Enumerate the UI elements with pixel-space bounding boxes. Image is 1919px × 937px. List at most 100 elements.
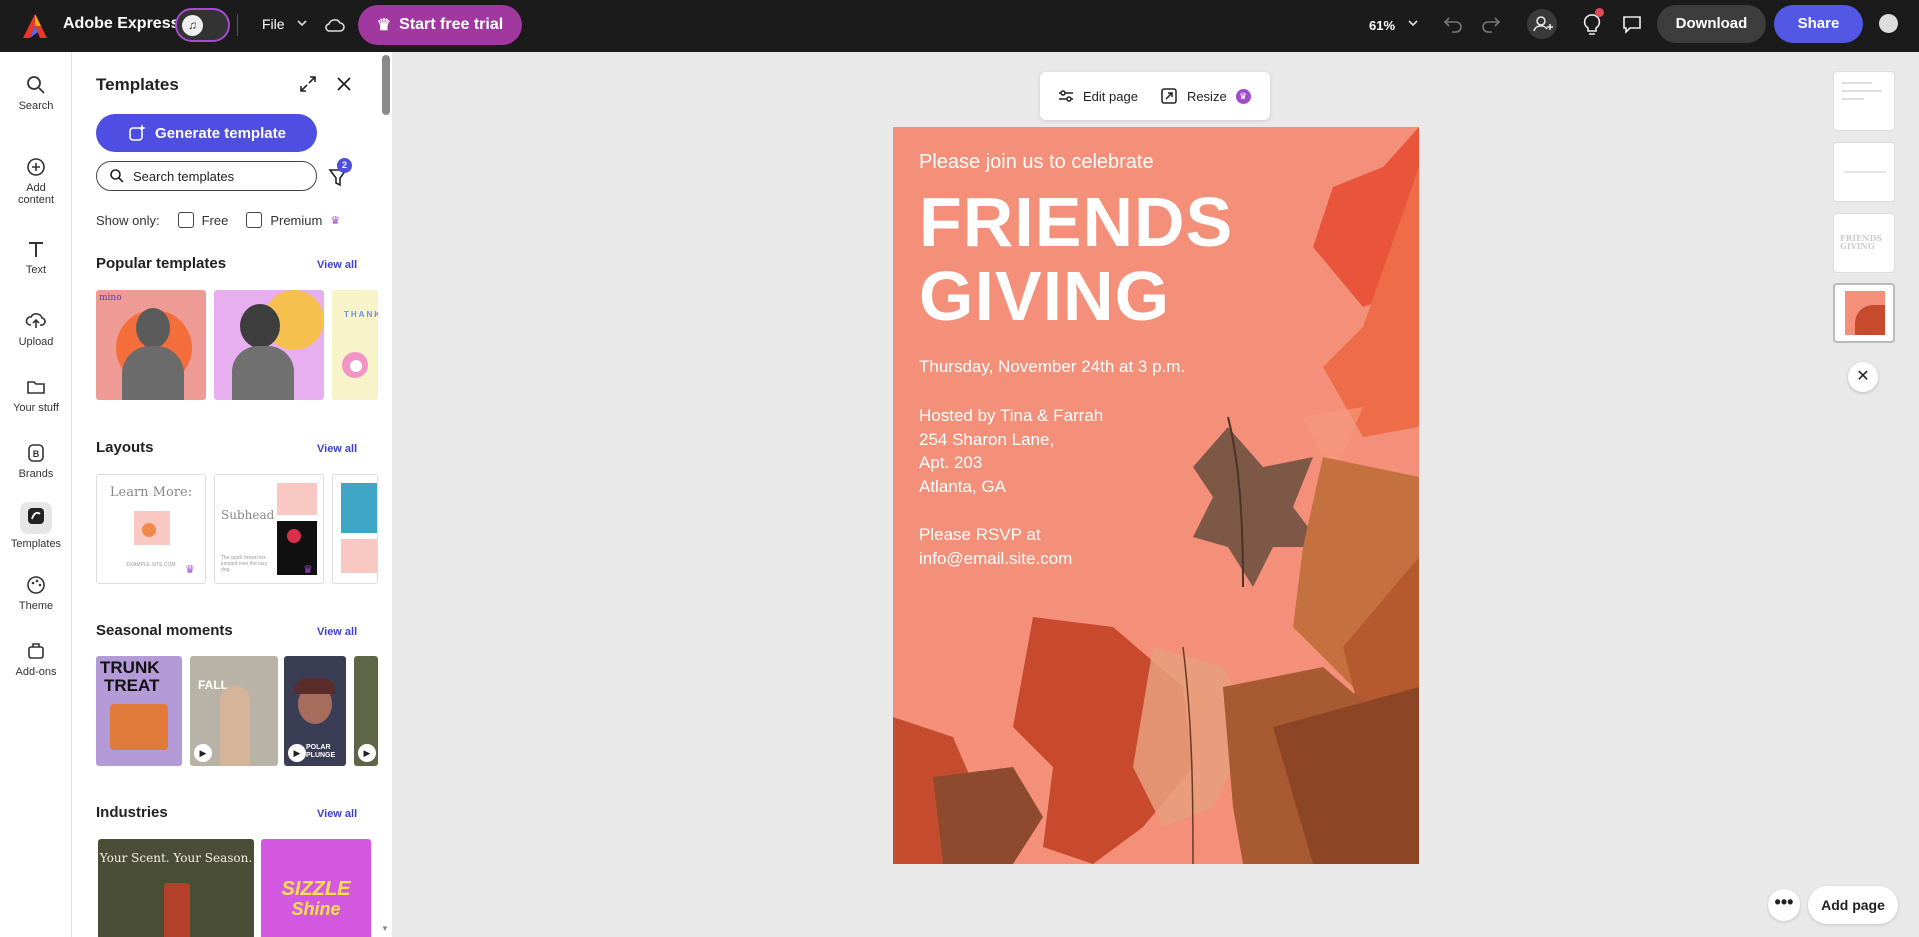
rail-item-search[interactable]: Search — [0, 74, 72, 112]
mode-toggle[interactable]: ♫ — [175, 8, 230, 42]
cloud-sync-icon[interactable] — [324, 14, 346, 36]
seasonal-thumb[interactable]: TRUNK TREAT — [96, 656, 182, 766]
template-thumb[interactable] — [214, 290, 324, 400]
rail-item-templates[interactable]: Templates — [0, 502, 72, 550]
play-icon[interactable]: ▶ — [194, 744, 212, 762]
rail-item-add-content[interactable]: Add content — [0, 156, 72, 206]
layout-thumb[interactable] — [332, 474, 378, 584]
close-icon[interactable] — [334, 74, 354, 94]
template-thumb[interactable]: THANK — [332, 290, 378, 400]
panel-scrollbar[interactable] — [382, 55, 390, 115]
share-button[interactable]: Share — [1774, 5, 1863, 43]
start-free-trial-label: Start free trial — [399, 16, 504, 33]
thumb-text: TREAT — [104, 676, 160, 695]
layout-thumb[interactable]: Learn More: EXAMPLE SITE.COM ♛ — [96, 474, 206, 584]
thumb-text: The quick brown fox jumped over the lazy… — [221, 555, 268, 573]
poster-invite-text[interactable]: Please join us to celebrate — [919, 151, 1154, 174]
template-thumb[interactable]: mino — [96, 290, 206, 400]
view-all-industries[interactable]: View all — [317, 808, 357, 820]
seasonal-thumb[interactable]: POLAR PLUNGE ▶ — [284, 656, 346, 766]
invite-user-icon[interactable] — [1527, 9, 1557, 39]
download-button[interactable]: Download — [1657, 5, 1766, 43]
rail-item-text[interactable]: Text — [0, 238, 72, 276]
more-options-button[interactable]: ••• — [1768, 889, 1800, 921]
search-placeholder: Search templates — [133, 168, 235, 184]
poster-host-block[interactable]: Hosted by Tina & Farrah 254 Sharon Lane,… — [919, 404, 1103, 498]
crown-icon: ♛ — [330, 214, 341, 227]
rail-label: Upload — [18, 336, 54, 348]
view-all-layouts[interactable]: View all — [317, 443, 357, 455]
edit-page-button[interactable]: Edit page — [1058, 88, 1138, 104]
rail-item-brands[interactable]: B Brands — [0, 442, 72, 480]
chevron-down-icon[interactable] — [1407, 17, 1419, 29]
add-page-button[interactable]: Add page — [1808, 886, 1898, 924]
zoom-level[interactable]: 61% — [1369, 18, 1395, 33]
page-thumbnail-4[interactable] — [1833, 283, 1895, 343]
view-all-seasonal[interactable]: View all — [317, 626, 357, 638]
thumb-text: POLAR PLUNGE — [306, 744, 336, 759]
thumb-text: mino — [99, 293, 122, 303]
text-icon — [29, 242, 43, 257]
thumb-text: SIZZLE — [281, 878, 351, 900]
thumb-text: Shine — [291, 899, 341, 919]
play-icon[interactable]: ▶ — [358, 744, 376, 762]
poster-host-line: Apt. 203 — [919, 453, 983, 472]
poster-rsvp-block[interactable]: Please RSVP at info@email.site.com — [919, 523, 1072, 570]
thumb-text: FRIENDS GIVING — [1840, 233, 1883, 251]
premium-checkbox[interactable] — [246, 212, 263, 228]
section-title-industries: Industries — [96, 804, 168, 821]
page-thumbnail-2[interactable] — [1833, 142, 1895, 202]
page-thumbnail-1[interactable] — [1833, 71, 1895, 131]
expand-icon[interactable] — [298, 74, 318, 94]
comment-icon[interactable] — [1620, 12, 1644, 36]
seasonal-thumb[interactable]: ▶ — [354, 656, 378, 766]
industry-thumb[interactable]: Your Scent. Your Season. — [98, 839, 254, 937]
poster-rsvp-line: info@email.site.com — [919, 548, 1073, 568]
upload-icon — [25, 313, 46, 328]
rail-item-upload[interactable]: Upload — [0, 310, 72, 348]
premium-crown-icon: ♛ — [1235, 88, 1251, 104]
search-icon — [27, 76, 45, 94]
chevron-down-icon[interactable] — [296, 17, 308, 29]
rail-label: Brands — [18, 468, 54, 480]
rail-item-add-ons[interactable]: Add-ons — [0, 640, 72, 678]
filter-count-badge: 2 — [337, 158, 352, 173]
undo-icon[interactable] — [1442, 12, 1464, 34]
resize-button[interactable]: Resize ♛ — [1160, 87, 1251, 105]
file-menu[interactable]: File — [262, 16, 285, 32]
layout-thumb[interactable]: Subhead The quick brown fox jumped over … — [214, 474, 324, 584]
thumb-text: Subhead — [221, 508, 275, 522]
adobe-express-logo[interactable] — [22, 13, 48, 39]
rail-label: Templates — [10, 538, 62, 550]
edit-page-label: Edit page — [1083, 88, 1138, 104]
seasonal-thumb[interactable]: FALL ▶ — [190, 656, 278, 766]
industry-thumb[interactable]: SIZZLE Shine — [261, 839, 371, 937]
free-checkbox[interactable] — [177, 212, 194, 228]
page-thumbnail-3[interactable]: FRIENDS GIVING — [1833, 213, 1895, 273]
close-pages-panel-icon[interactable]: ✕ — [1848, 362, 1878, 392]
rail-label: Search — [18, 100, 54, 112]
notification-dot — [1595, 8, 1604, 17]
rail-item-theme[interactable]: Theme — [0, 574, 72, 612]
search-input[interactable]: Search templates — [96, 161, 317, 191]
thumb-text: Learn More: — [109, 485, 193, 500]
start-free-trial-button[interactable]: ♛ Start free trial — [358, 5, 522, 45]
design-page[interactable]: Please join us to celebrate FRIENDS GIVI… — [893, 127, 1419, 864]
svg-text:B: B — [33, 449, 40, 459]
generate-template-button[interactable]: Generate template — [96, 114, 317, 152]
premium-label: Premium — [270, 212, 323, 228]
redo-icon[interactable] — [1480, 12, 1502, 34]
avatar[interactable] — [1879, 14, 1898, 33]
play-icon[interactable]: ▶ — [288, 744, 306, 762]
scroll-down-arrow[interactable]: ▼ — [381, 924, 389, 933]
poster-date[interactable]: Thursday, November 24th at 3 p.m. — [919, 357, 1185, 377]
poster-title[interactable]: FRIENDS GIVING — [919, 185, 1233, 333]
palette-icon — [27, 576, 45, 594]
top-bar: Adobe Express ♫ File ♛ Start free trial … — [0, 0, 1919, 52]
view-all-popular[interactable]: View all — [317, 259, 357, 271]
rail-item-your-stuff[interactable]: Your stuff — [0, 376, 72, 414]
poster-title-line-1: FRIENDS — [919, 183, 1234, 261]
page-toolbar: Edit page Resize ♛ — [1040, 72, 1270, 120]
search-icon — [110, 169, 124, 183]
generate-template-label: Generate template — [155, 124, 286, 142]
